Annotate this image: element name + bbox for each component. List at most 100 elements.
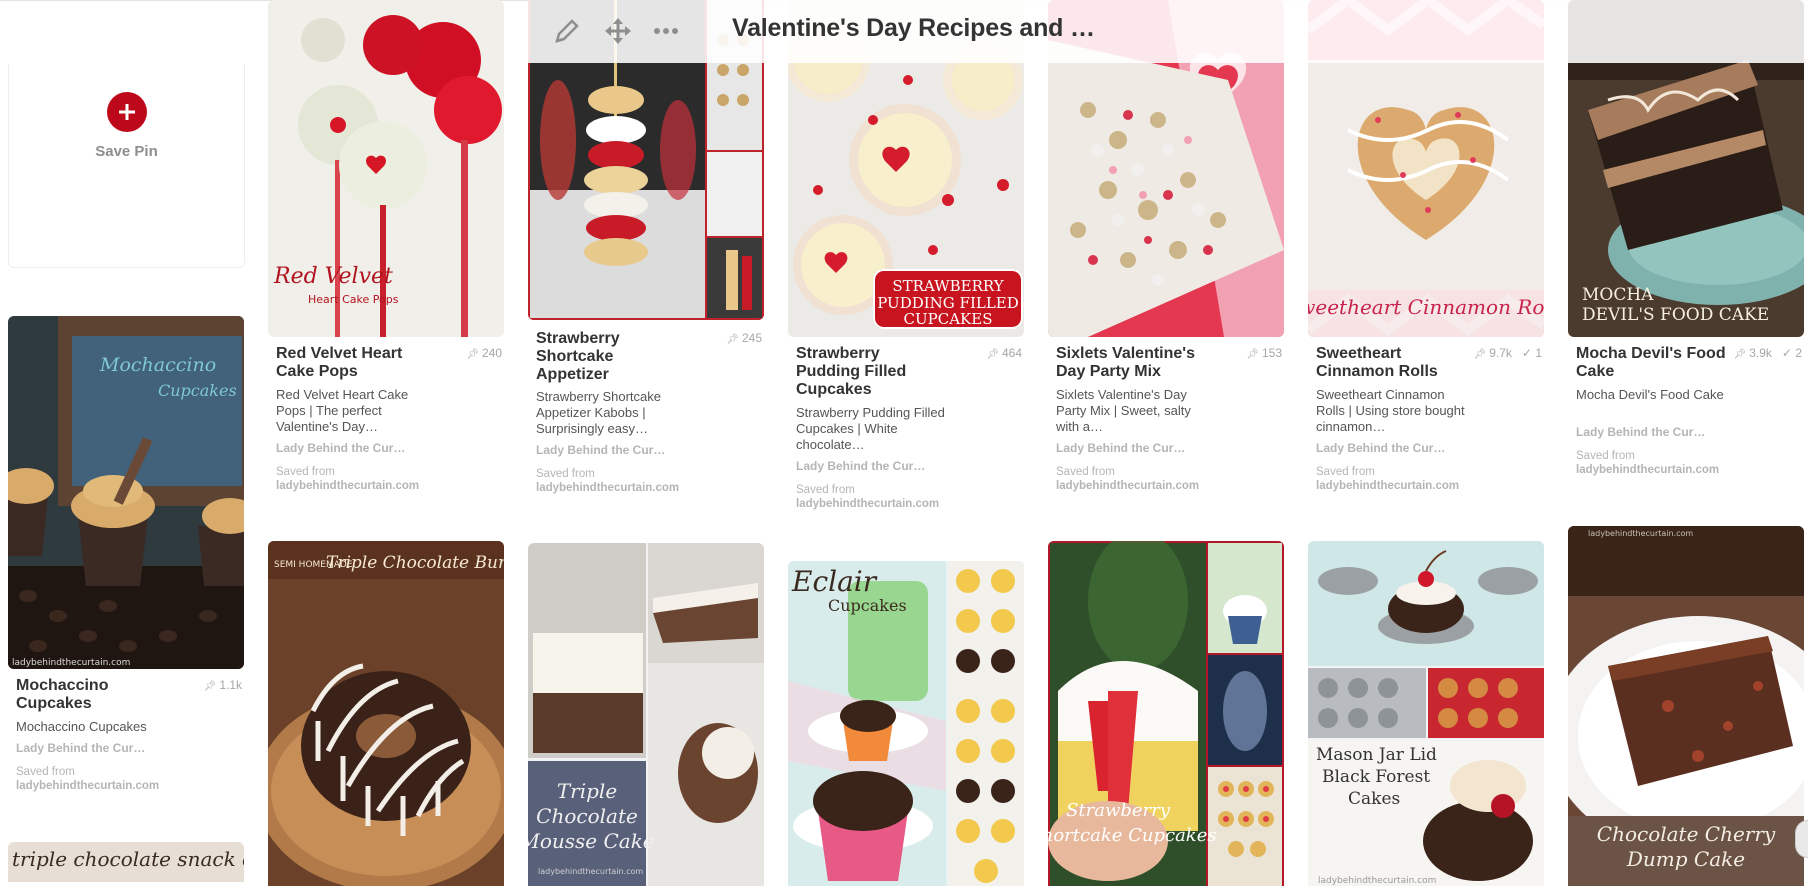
pin-icon: 📌︎ (1473, 349, 1487, 360)
pin-image-title: Eclair (791, 565, 878, 598)
pin-title[interactable]: Mochaccino Cupcakes (16, 677, 166, 713)
pin-stats: 📌︎ 9.7k ✓ 1 (1474, 346, 1543, 360)
pin-image-title: Triple (557, 779, 617, 803)
pin-description: Mocha Devil's Food Cake (1576, 387, 1724, 402)
pin-image[interactable]: Strawberry Shortcake Cupcakes (1048, 541, 1284, 886)
pin-description: Red Velvet Heart Cake Pops | The perfect… (276, 387, 409, 434)
saved-from: Saved from ladybehindthecurtain.com (1576, 450, 1720, 477)
pin-title[interactable]: Mocha Devil's Food Cake (1576, 345, 1726, 381)
pin-description: Mochaccino Cupcakes (16, 719, 147, 734)
source-domain-link[interactable]: ladybehindthecurtain.com (276, 479, 419, 493)
pin-icon: 📌︎ (1733, 349, 1747, 360)
repin-count: 📌︎ 153 (1246, 346, 1282, 360)
saved-from: Saved from ladybehindthecurtain.com (16, 766, 160, 793)
pencil-icon[interactable] (553, 17, 581, 45)
pin-image-title: Black Forest (1322, 767, 1430, 787)
pin-image-title: CUPCAKES (904, 310, 993, 328)
repin-count: 📌︎ 245 (726, 331, 762, 345)
pin-description: Sweetheart Cinnamon Rolls | Using store … (1316, 387, 1465, 434)
source-domain-link[interactable]: ladybehindthecurtain.com (796, 497, 939, 511)
save-pin-label: Save Pin (95, 143, 158, 160)
board-header: Valentine's Day Recipes and … (528, 0, 1808, 63)
like-count: 2 (1795, 346, 1802, 360)
scroll-handle[interactable] (1795, 820, 1808, 858)
pin-icon: 📌︎ (203, 681, 217, 692)
pin-image-title: Chocolate Cherry (1597, 822, 1776, 846)
pin-image-title: Cakes (1348, 789, 1400, 809)
pin-source-link[interactable]: Lady Behind the Cur… (536, 443, 665, 457)
pin-image[interactable]: Triple Chocolate Mousse Cake ladybehindt… (528, 543, 764, 886)
pin-image-title: Strawberry (1066, 800, 1171, 821)
pin-image-subtitle: Heart Cake Pops (308, 293, 399, 306)
pin-image-subtitle: Cupcakes (828, 596, 907, 615)
more-icon[interactable] (652, 17, 680, 45)
pin-title[interactable]: Strawberry Pudding Filled Cupcakes (796, 345, 946, 399)
pin-image-title: Shortcake Cupcakes (1048, 825, 1217, 846)
repin-count: 📌︎ 464 (986, 346, 1022, 360)
pin-image[interactable]: Mason Jar Lid Black Forest Cakes ladybeh… (1308, 541, 1544, 886)
repin-count: 📌︎ 240 (466, 346, 502, 360)
source-domain-link[interactable]: ladybehindthecurtain.com (1056, 479, 1199, 493)
pin-description: Strawberry Shortcake Appetizer Kabobs | … (536, 389, 661, 436)
pin-icon: 📌︎ (1246, 349, 1259, 360)
check-icon: ✓ (1521, 346, 1532, 360)
pin-source-link[interactable]: Lady Behind the Cur… (1056, 441, 1185, 455)
pin-image-title: Chocolate (536, 804, 638, 828)
saved-from: Saved from ladybehindthecurtain.com (276, 466, 420, 493)
pin-source-link[interactable]: Lady Behind the Cur… (1576, 425, 1705, 439)
pin-icon: 📌︎ (466, 349, 479, 360)
source-domain-link[interactable]: ladybehindthecurtain.com (536, 481, 679, 495)
pin-stats: 📌︎ 3.9k ✓ 2 (1734, 346, 1803, 360)
pin-title[interactable]: Sweetheart Cinnamon Rolls (1316, 345, 1466, 381)
pin-image[interactable]: Eclair Cupcakes (788, 561, 1024, 886)
pin-image-watermark: ladybehindthecurtain.com (1588, 529, 1693, 538)
pin-image-watermark: ladybehindthecurtain.com (1318, 876, 1436, 886)
repin-count: 3.9k (1749, 346, 1772, 360)
pin-image-watermark: ladybehindthecurtain.com (538, 867, 643, 876)
pin-image-watermark: ladybehindthecurtain.com (12, 658, 130, 668)
source-domain-link[interactable]: ladybehindthecurtain.com (1576, 463, 1719, 477)
add-pin-button[interactable] (107, 92, 147, 132)
saved-from: Saved from ladybehindthecurtain.com (796, 484, 940, 511)
move-icon[interactable] (604, 17, 632, 45)
pin-description: Sixlets Valentine's Day Party Mix | Swee… (1056, 387, 1191, 434)
pin-source-link[interactable]: Lady Behind the Cur… (796, 459, 925, 473)
pin-image[interactable]: SEMI HOMEMADE Triple Chocolate Bundt Cak… (268, 541, 504, 886)
pin-image-title: Mousse Cake (528, 829, 655, 853)
pin-source-link[interactable]: Lady Behind the Cur… (1316, 441, 1445, 455)
pin-image-title: Triple Chocolate Bundt Cake (326, 553, 504, 573)
check-icon: ✓ (1781, 346, 1792, 360)
pin-image[interactable]: Red Velvet Heart Cake Pops (268, 0, 504, 337)
pin-description: Strawberry Pudding Filled Cupcakes | Whi… (796, 405, 945, 452)
repin-count: 9.7k (1489, 346, 1512, 360)
pin-source-link[interactable]: Lady Behind the Cur… (16, 741, 145, 755)
saved-from: Saved from ladybehindthecurtain.com (1316, 466, 1460, 493)
pin-title[interactable]: Strawberry Shortcake Appetizer (536, 330, 686, 384)
source-domain-link[interactable]: ladybehindthecurtain.com (16, 779, 159, 793)
pin-image-title: STRAWBERRY (892, 277, 1004, 295)
pin-title[interactable]: Sixlets Valentine's Day Party Mix (1056, 345, 1206, 381)
pin-icon: 📌︎ (726, 334, 739, 345)
pin-image-title: Sweetheart Cinnamon Rolls (1308, 295, 1544, 319)
pin-image-title: Cupcakes (158, 381, 237, 400)
repin-count: 📌︎ 1.1k (203, 678, 242, 692)
pin-image[interactable]: Chocolate Cherry Dump Cake ladybehindthe… (1568, 526, 1804, 886)
source-domain-link[interactable]: ladybehindthecurtain.com (1316, 479, 1459, 493)
pin-image-title: Dump Cake (1626, 847, 1745, 871)
save-pin-card[interactable]: Save Pin (8, 64, 245, 268)
pin-image-title: Mochaccino (99, 354, 216, 376)
pin-image-title: DEVIL'S FOOD CAKE (1582, 305, 1769, 325)
pin-source-link[interactable]: Lady Behind the Cur… (276, 441, 405, 455)
pin-image[interactable]: triple chocolate snack cake (8, 842, 244, 882)
plus-icon (119, 104, 135, 120)
pin-image-title: triple chocolate snack cake (12, 847, 244, 871)
pin-image-title: Red Velvet (273, 264, 393, 289)
pin-image[interactable]: Mochaccino Cupcakes ladybehindthecurtain… (8, 316, 244, 669)
pin-icon: 📌︎ (986, 349, 999, 360)
pin-image-title: MOCHA (1582, 285, 1654, 305)
board-title: Valentine's Day Recipes and … (732, 14, 1095, 42)
saved-from: Saved from ladybehindthecurtain.com (1056, 466, 1200, 493)
pin-image-title: Mason Jar Lid (1316, 745, 1437, 765)
pin-title[interactable]: Red Velvet Heart Cake Pops (276, 345, 426, 381)
like-count: 1 (1535, 346, 1542, 360)
